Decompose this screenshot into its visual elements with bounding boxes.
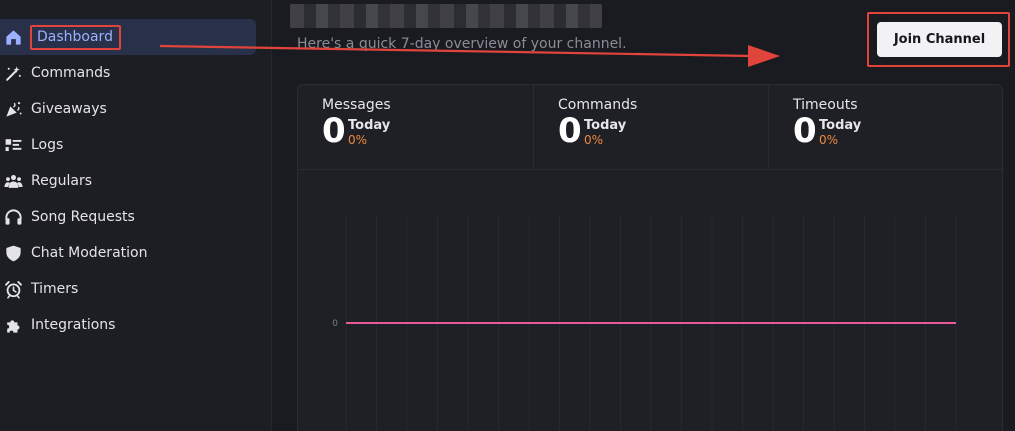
page-subtitle: Here's a quick 7-day overview of your ch… <box>297 36 627 52</box>
stat-period: Today <box>348 118 391 133</box>
sidebar-item-label: Logs <box>31 137 64 153</box>
sidebar-item-logs[interactable]: Logs <box>0 127 256 163</box>
stat-timeouts: Timeouts 0 Today 0% <box>768 85 1003 170</box>
sidebar-item-chat-moderation[interactable]: Chat Moderation <box>0 235 256 271</box>
stats-row: Messages 0 Today 0% Commands 0 Today 0% … <box>298 85 1004 170</box>
stat-change: 0% <box>348 133 368 147</box>
overview-card: Messages 0 Today 0% Commands 0 Today 0% … <box>297 84 1004 431</box>
home-icon <box>2 26 24 48</box>
stat-commands: Commands 0 Today 0% <box>533 85 768 170</box>
sidebar-item-label: Chat Moderation <box>31 245 148 261</box>
sidebar-item-label: Timers <box>31 281 79 297</box>
activity-line-chart: 0 <box>332 215 957 431</box>
stat-change: 0% <box>584 133 604 147</box>
shield-icon <box>2 242 24 264</box>
stat-period: Today <box>584 118 627 133</box>
join-channel-button[interactable]: Join Channel <box>877 22 1002 57</box>
join-channel-highlight: Join Channel <box>867 12 1010 67</box>
stat-messages: Messages 0 Today 0% <box>298 85 533 170</box>
sidebar-item-label: Giveaways <box>31 101 107 117</box>
users-icon <box>2 170 24 192</box>
sidebar-item-label: Integrations <box>31 317 116 333</box>
stat-value: 0 <box>558 111 582 151</box>
sidebar-item-integrations[interactable]: Integrations <box>0 307 256 343</box>
sidebar-item-giveaways[interactable]: Giveaways <box>0 91 256 127</box>
sidebar-item-label: Commands <box>31 65 111 81</box>
sidebar-item-label: Regulars <box>31 173 92 189</box>
puzzle-icon <box>2 314 24 336</box>
stat-value: 0 <box>322 111 346 151</box>
headphones-icon <box>2 206 24 228</box>
party-popper-icon <box>2 98 24 120</box>
y-tick-label: 0 <box>332 319 338 329</box>
sidebar-item-timers[interactable]: Timers <box>0 271 256 307</box>
list-icon <box>2 134 24 156</box>
sidebar-item-dashboard[interactable]: Dashboard <box>0 19 256 55</box>
sidebar-item-label: Dashboard <box>30 24 121 50</box>
magic-wand-icon <box>2 62 24 84</box>
sidebar-item-song-requests[interactable]: Song Requests <box>0 199 256 235</box>
sidebar-item-label: Song Requests <box>31 209 135 225</box>
stat-change: 0% <box>819 133 839 147</box>
channel-name-redacted <box>290 4 602 28</box>
alarm-clock-icon <box>2 278 24 300</box>
stat-period: Today <box>819 118 862 133</box>
sidebar: Dashboard Commands Giveaways Logs Regula… <box>0 0 272 431</box>
sidebar-item-commands[interactable]: Commands <box>0 55 256 91</box>
sidebar-item-regulars[interactable]: Regulars <box>0 163 256 199</box>
stat-value: 0 <box>793 111 817 151</box>
